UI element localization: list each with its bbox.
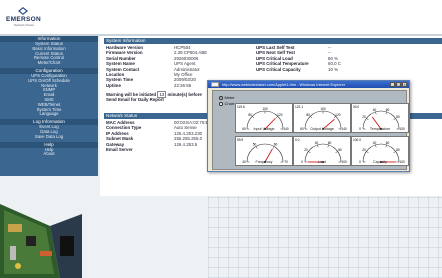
gauge-reading: 59.9 xyxy=(237,138,244,142)
gauge-tick xyxy=(375,144,377,148)
gauge-reading: 0.0 xyxy=(295,138,300,142)
gauge-label: Output Voltage xyxy=(310,127,334,131)
gauge-input-voltage: 60 80 100 120 140 119.6 Input Voltage xyxy=(235,103,293,133)
gauge-label: Load xyxy=(318,160,326,164)
meter-radio-label: Meter xyxy=(224,95,235,100)
circuit-board-icon xyxy=(0,204,82,278)
gauge-tick-label: 40 xyxy=(315,141,319,145)
gauge-tick xyxy=(317,144,319,148)
gauge-tick-label: 100 xyxy=(320,107,326,111)
popup-title-bar[interactable]: http://www.webindexlabel.com/Applet1.htm… xyxy=(208,81,409,88)
gauge-load: 0 20 40 60 80 100 0.0 Load xyxy=(293,136,351,166)
field-label: UPS Critical Capacity xyxy=(256,66,301,72)
gauge-tick-label: 80 xyxy=(306,113,310,117)
gauge-label: Temperature xyxy=(369,127,391,131)
radio-dot-icon xyxy=(219,96,223,100)
gauge-tick xyxy=(385,111,387,115)
gauge-tick-label: 40 xyxy=(373,141,377,145)
nav-gap xyxy=(0,157,98,159)
gauge-tick-label: 60 xyxy=(386,141,390,145)
gauge-tick-label: 20 xyxy=(362,148,366,152)
gauge-tick xyxy=(385,144,387,148)
brand-tagline: Network Power xyxy=(13,23,35,27)
radio-dot-icon xyxy=(219,102,223,106)
field-label: Email Server xyxy=(106,147,133,152)
gauge-tick xyxy=(272,146,275,149)
applet-panel: Meter Chart 60 80 100 120 140 119.6 Input Volt… xyxy=(212,90,409,170)
gauge-tick-label: 60 xyxy=(328,141,332,145)
warning-tail: minute(s) before xyxy=(167,92,202,97)
brand-logo: EMERSON Network Power xyxy=(6,7,41,29)
gauge-tick xyxy=(310,116,313,119)
field-value: 22:26:55 xyxy=(174,82,192,88)
field-value: 126.4.253.5 xyxy=(174,141,198,147)
gauge-tick-label: 100 xyxy=(262,107,268,111)
gauge-tick-label: 80 xyxy=(338,148,342,152)
field-value: 10 % xyxy=(328,66,339,72)
gauge-tick xyxy=(327,144,329,148)
gauge-tick-label: 20 xyxy=(304,148,308,152)
gauge-tick-label: 80 xyxy=(396,115,400,119)
top-header: EMERSON Network Power xyxy=(0,0,442,34)
gauge-tick-label: 60 xyxy=(274,143,278,147)
gauge-frequency: 40 50 60 70 59.9 Frequency xyxy=(235,136,293,166)
gauge-label: Capacity xyxy=(373,160,387,164)
chart-radio[interactable]: Chart xyxy=(219,101,235,107)
gauge-tick xyxy=(366,151,369,154)
gauge-tick-label: 40 xyxy=(373,108,377,112)
close-button[interactable]: × xyxy=(402,82,407,87)
gauge-label: Input Voltage xyxy=(253,127,275,131)
maximize-button[interactable]: □ xyxy=(396,82,401,87)
gauge-tick xyxy=(308,151,311,154)
gauge-temperature: 0 20 40 60 80 100 30.0 Temperature xyxy=(351,103,409,133)
field-label: Uptime xyxy=(106,82,121,88)
gauge-tick-label: 120 xyxy=(335,113,341,117)
system-info-header: System Information xyxy=(104,38,442,44)
gauge-tick-label: 80 xyxy=(248,113,252,117)
emerson-logo-icon xyxy=(18,7,28,15)
gauge-label: Frequency xyxy=(255,160,273,164)
gauge-tick xyxy=(366,118,369,121)
gauge-tick xyxy=(375,111,377,115)
sidebar-nav: Information System Status Basic Informatio… xyxy=(0,36,98,176)
gauge-reading: 30.0 xyxy=(353,105,360,109)
gauge-reading: 122.1 xyxy=(295,105,303,109)
gauge-tick-label: 120 xyxy=(277,113,283,117)
gauge-reading: 119.6 xyxy=(237,105,245,109)
window-controls: _ □ × xyxy=(389,82,407,87)
applet-popup-window: http://www.webindexlabel.com/Applet1.htm… xyxy=(207,80,410,172)
send-email-link[interactable]: Send Email for Daily Report xyxy=(106,97,164,102)
gauge-reading: 100.0 xyxy=(353,138,361,142)
chart-radio-label: Chart xyxy=(224,101,235,106)
gauge-tick-label: 80 xyxy=(396,148,400,152)
circuit-board-image xyxy=(0,196,82,278)
gauge-output-voltage: 60 80 100 120 140 122.1 Output Voltage xyxy=(293,103,351,133)
gauge-tick-label: 60 xyxy=(386,108,390,112)
gauge-tick xyxy=(255,146,258,149)
gauge-capacity: 0 20 40 60 80 100 100.0 Capacity xyxy=(351,136,409,166)
gauge-tick xyxy=(252,116,255,119)
system-info-right: UPS Last Self Test -- UPS Next Self Test --… xyxy=(256,45,436,75)
browser-icon xyxy=(211,82,219,87)
gauge-tick-label: 50 xyxy=(253,143,257,147)
minimize-button[interactable]: _ xyxy=(390,82,395,87)
gauge-tick-label: 20 xyxy=(362,115,366,119)
brand-name: EMERSON xyxy=(6,16,41,23)
popup-title: http://www.webindexlabel.com/Applet1.htm… xyxy=(222,82,346,87)
view-toggle: Meter Chart xyxy=(219,95,235,107)
